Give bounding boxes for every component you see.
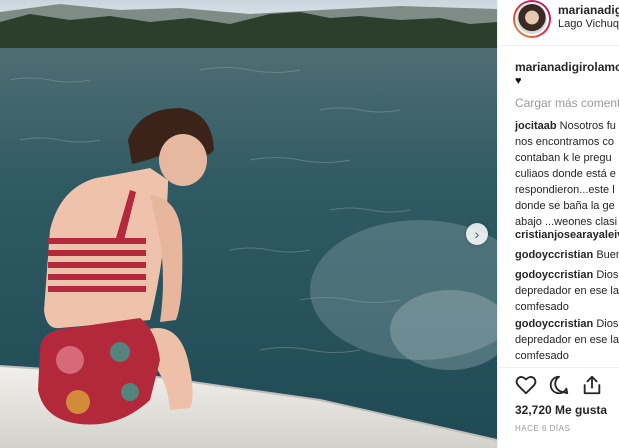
header-location[interactable]: Lago Vichuqu: [558, 18, 619, 30]
comment-item: cristianjosearayaleiv: [515, 227, 619, 243]
comment-text: Buen: [596, 249, 619, 261]
post-header: marianadigi Lago Vichuqu: [498, 0, 619, 46]
caption-text: ♥: [515, 75, 522, 87]
comment-text: depredador en ese la: [515, 285, 619, 297]
carousel-next-button[interactable]: ›: [466, 223, 488, 245]
comment-text: Dios: [596, 269, 619, 281]
comment-text: comfesado: [515, 301, 569, 313]
comment-text: comfesado: [515, 350, 569, 362]
likes-count[interactable]: 32,720 Me gusta: [515, 403, 607, 417]
avatar[interactable]: [513, 0, 551, 38]
comment-icon[interactable]: [548, 374, 570, 396]
comment-item: godoyccristian Buen: [515, 247, 619, 263]
header-username[interactable]: marianadigi: [558, 3, 619, 17]
comment-item: godoyccristian Dios depredador en ese la…: [515, 267, 619, 315]
comment-username[interactable]: godoyccristian: [515, 318, 593, 330]
comment-username[interactable]: cristianjosearayaleiv: [515, 229, 619, 241]
caption-username[interactable]: marianadigirolamo: [515, 60, 619, 74]
comment-text: respondieron...este l: [515, 184, 615, 196]
comment-username[interactable]: godoyccristian: [515, 249, 593, 261]
share-icon[interactable]: [581, 374, 603, 396]
post-actions: 32,720 Me gusta HACE 6 DÍAS: [498, 367, 619, 448]
avatar-image: [517, 4, 547, 34]
comment-text: Dios: [596, 318, 619, 330]
load-more-comments-button[interactable]: Cargar más comenta: [515, 96, 619, 110]
comment-text: culiaos donde está e: [515, 168, 616, 180]
comment-text: donde se baña la ge: [515, 200, 615, 212]
comment-username[interactable]: jocitaab: [515, 120, 557, 132]
post-side-panel: marianadigi Lago Vichuqu marianadigirola…: [497, 0, 619, 448]
comment-text: depredador en ese la: [515, 334, 619, 346]
post-photo[interactable]: ›: [0, 0, 497, 448]
comment-item: godoyccristian Dios depredador en ese la…: [515, 316, 619, 364]
lake-scene-image: [0, 0, 497, 448]
comment-text: nos encontramos co: [515, 136, 615, 148]
chevron-right-icon: ›: [474, 226, 480, 242]
comment-username[interactable]: godoyccristian: [515, 269, 593, 281]
heart-icon[interactable]: [515, 374, 537, 396]
comment-item: jocitaab Nosotros fu nos encontramos co …: [515, 118, 617, 230]
comment-text: contaban k le pregu: [515, 152, 612, 164]
comment-text: Nosotros fu: [559, 120, 616, 132]
post-timestamp: HACE 6 DÍAS: [515, 424, 571, 433]
